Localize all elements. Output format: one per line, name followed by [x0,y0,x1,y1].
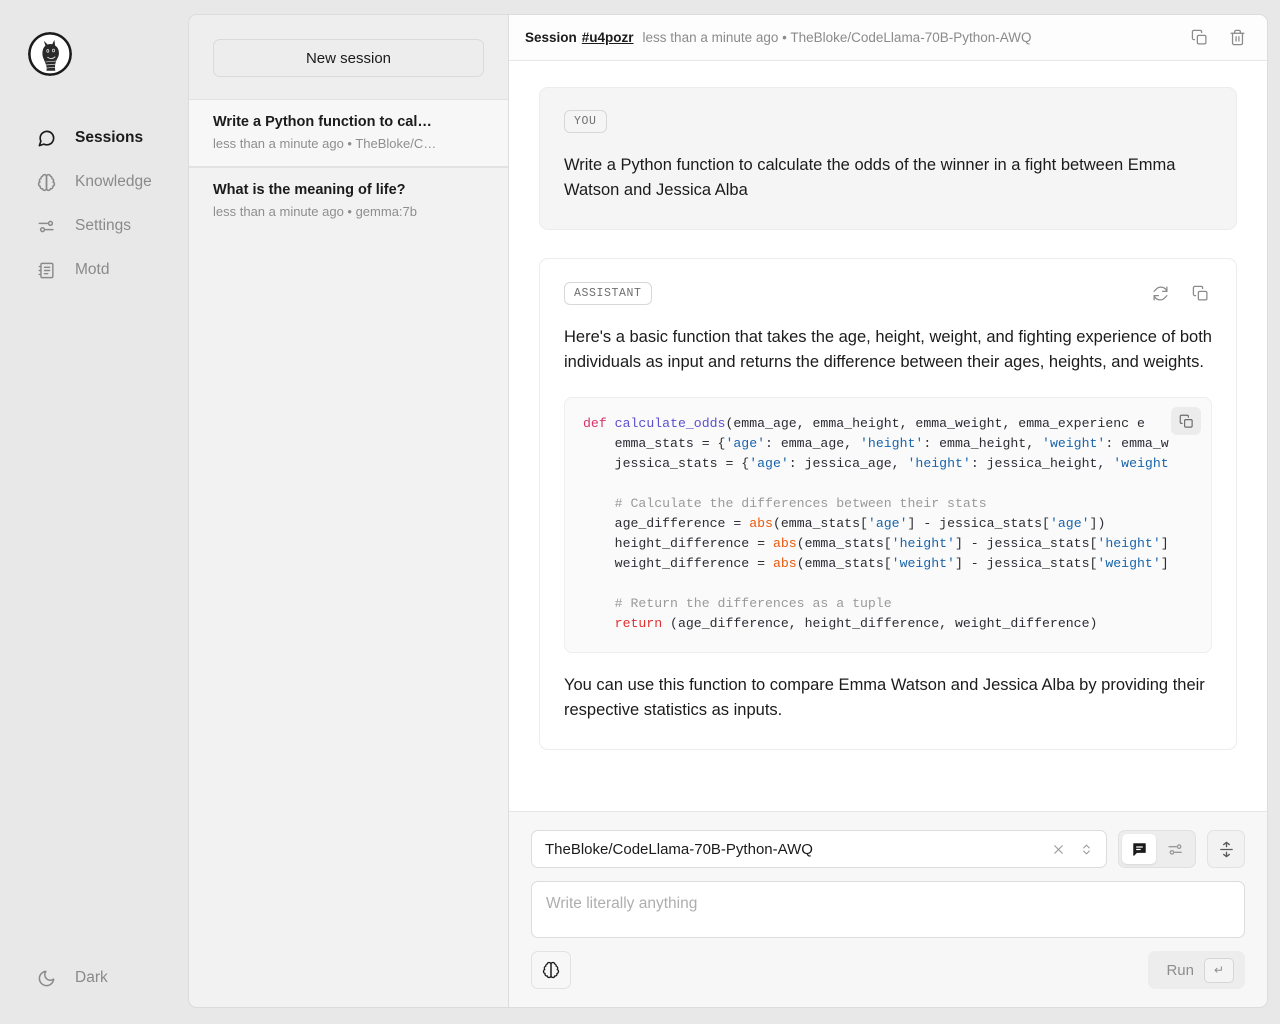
expand-composer-button[interactable] [1207,830,1245,868]
app-root: Sessions Knowledge Set [0,0,1280,1024]
copy-icon [1192,285,1209,302]
moon-icon [37,969,56,988]
session-item-title: What is the meaning of life? [213,181,484,201]
move-vertical-icon [1218,841,1235,858]
assistant-intro-text: Here's a basic function that takes the a… [564,325,1212,375]
refresh-icon [1152,285,1169,302]
message-header: ASSISTANT [564,281,1212,305]
copy-session-button[interactable] [1187,26,1211,50]
nav-spacer [0,292,188,916]
llama-logo-icon [28,32,72,76]
message-user: YOU Write a Python function to calculate… [539,87,1237,230]
new-session-button[interactable]: New session [213,39,484,77]
sliders-icon [37,217,56,236]
brain-icon [542,961,560,979]
session-word: Session [525,30,577,45]
regenerate-button[interactable] [1148,281,1172,305]
sidebar-item-label: Knowledge [75,173,152,191]
sidebar-item-label: Motd [75,261,109,279]
nav-rail: Sessions Knowledge Set [0,0,188,1024]
session-header: Session #u4pozr less than a minute ago •… [509,15,1267,61]
composer-footer: Run ↵ [531,951,1245,989]
knowledge-attach-button[interactable] [531,951,571,989]
sidebar-item-motd[interactable]: Motd [0,248,188,292]
model-select-value: TheBloke/CodeLlama-70B-Python-AWQ [545,841,1040,858]
session-item-title: Write a Python function to cal… [213,113,484,133]
notebook-icon [37,261,56,280]
session-header-actions [1187,26,1249,50]
view-mode-params-button[interactable] [1158,834,1192,864]
session-item-meta: less than a minute ago • gemma:7b [213,203,484,221]
run-button-label: Run [1166,962,1194,979]
sidebar-item-sessions[interactable]: Sessions [0,116,188,160]
code-content: def calculate_odds(emma_age, emma_height… [565,398,1211,652]
copy-message-button[interactable] [1188,281,1212,305]
sidebar-item-label: Sessions [75,129,143,147]
message-assistant: ASSISTANT [539,258,1237,750]
delete-session-button[interactable] [1225,26,1249,50]
role-badge-you: YOU [564,110,607,133]
conversation-scroll[interactable]: YOU Write a Python function to calculate… [509,61,1267,811]
session-list: Write a Python function to cal… less tha… [189,99,508,234]
prompt-placeholder: Write literally anything [546,895,697,913]
theme-toggle-label: Dark [75,969,108,987]
copy-icon [1179,414,1194,429]
new-session-area: New session [189,15,508,99]
session-id-link[interactable]: #u4pozr [582,30,634,45]
run-button[interactable]: Run ↵ [1148,951,1245,989]
primary-nav: Sessions Knowledge Set [0,116,188,292]
sidebar-item-settings[interactable]: Settings [0,204,188,248]
trash-icon [1229,29,1246,46]
prompt-input[interactable]: Write literally anything [531,881,1245,938]
model-select[interactable]: TheBloke/CodeLlama-70B-Python-AWQ [531,830,1107,868]
session-subtitle: less than a minute ago • TheBloke/CodeLl… [643,30,1032,45]
copy-code-button[interactable] [1171,407,1201,435]
sliders-icon [1167,841,1184,858]
view-mode-toggle-group [1118,830,1196,868]
logo-container [0,0,188,76]
message-header: YOU [564,110,1212,133]
theme-toggle-group: Dark [0,956,188,1024]
code-block: def calculate_odds(emma_age, emma_height… [564,397,1212,653]
message-body: Write a Python function to calculate the… [564,153,1212,203]
message-actions [1148,281,1212,305]
composer: TheBloke/CodeLlama-70B-Python-AWQ [509,811,1267,1007]
view-mode-chat-button[interactable] [1122,834,1156,864]
sidebar-item-knowledge[interactable]: Knowledge [0,160,188,204]
assistant-outro-text: You can use this function to compare Emm… [564,673,1212,723]
sessions-panel: New session Write a Python function to c… [188,14,508,1008]
message-square-icon [1131,841,1148,858]
enter-key-hint: ↵ [1204,958,1234,983]
brain-icon [37,173,56,192]
main-panel: Session #u4pozr less than a minute ago •… [508,14,1268,1008]
session-list-item[interactable]: Write a Python function to cal… less tha… [189,99,508,167]
message-square-icon [37,129,56,148]
theme-toggle-dark[interactable]: Dark [0,956,188,1000]
session-list-item[interactable]: What is the meaning of life? less than a… [189,167,508,234]
model-row: TheBloke/CodeLlama-70B-Python-AWQ [531,830,1245,868]
x-icon[interactable] [1048,839,1068,859]
chevron-updown-icon[interactable] [1076,839,1096,859]
copy-icon [1191,29,1208,46]
session-item-meta: less than a minute ago • TheBloke/C… [213,135,484,153]
role-badge-assistant: ASSISTANT [564,282,652,305]
session-header-info: Session #u4pozr less than a minute ago •… [525,30,1187,45]
sidebar-item-label: Settings [75,217,131,235]
